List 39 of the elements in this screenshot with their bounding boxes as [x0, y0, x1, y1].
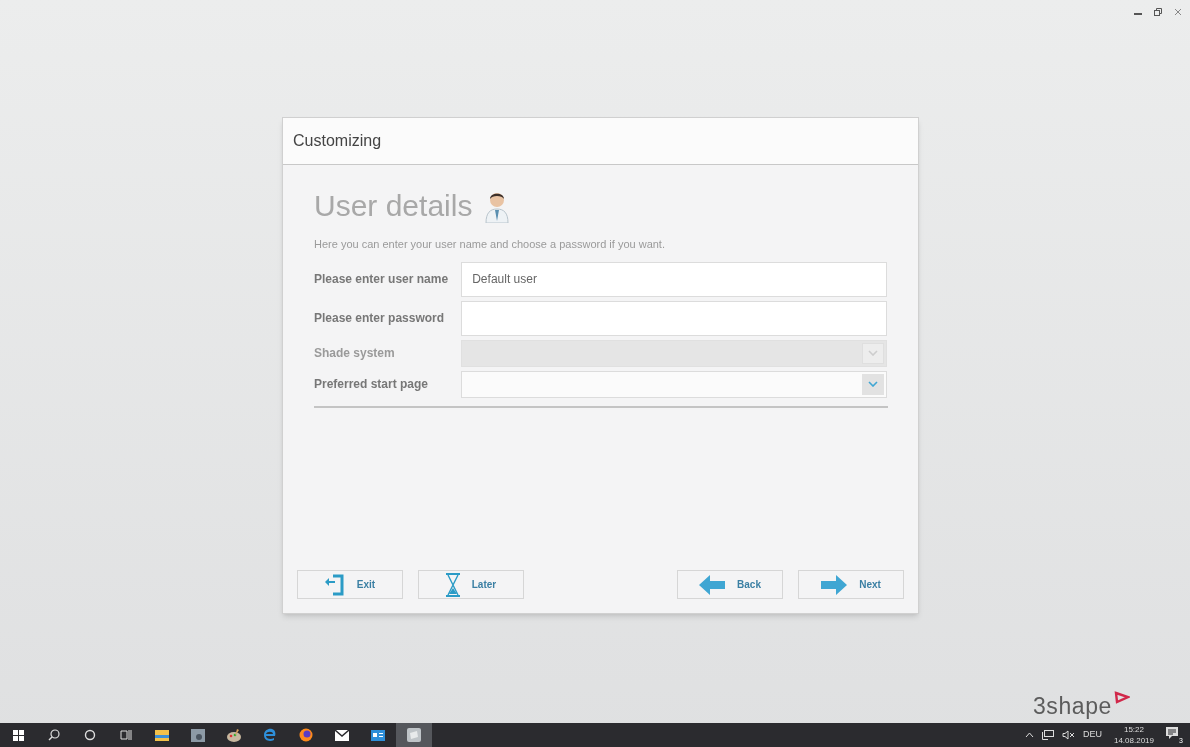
heading: User details [314, 188, 473, 224]
dialog-title: Customizing [293, 131, 382, 151]
exit-icon [324, 573, 345, 596]
close-icon[interactable] [1174, 8, 1182, 16]
network-icon[interactable] [1041, 730, 1054, 740]
field-label: Please enter user name [314, 271, 450, 288]
restore-icon[interactable] [1154, 8, 1162, 16]
envelope-icon[interactable] [335, 729, 349, 741]
next-button[interactable]: Next [798, 570, 904, 599]
task-view-icon[interactable] [120, 729, 132, 741]
right-arrow-icon [821, 574, 848, 595]
description: Here you can enter your user name and choose a password if you want. [314, 237, 666, 252]
logo: 3shape [1033, 689, 1130, 724]
windows-start-icon[interactable] [12, 729, 24, 741]
input-field[interactable] [461, 300, 887, 336]
folder-icon[interactable] [155, 729, 169, 741]
input-field[interactable]: Default user [461, 261, 887, 297]
hourglass-icon [445, 572, 460, 597]
triangle-icon [1113, 691, 1130, 704]
clock-time[interactable]: 15:22 [1123, 724, 1144, 735]
browser-icon[interactable] [263, 728, 277, 742]
notification-icon[interactable] [1166, 727, 1178, 740]
search-icon[interactable] [48, 729, 60, 741]
field-label: Preferred start page [314, 376, 430, 393]
palette-icon[interactable] [227, 728, 241, 742]
circle-icon[interactable] [84, 729, 96, 741]
photo-viewer-icon[interactable] [191, 728, 205, 742]
field-label: Shade system [314, 345, 396, 362]
muted-speaker-icon[interactable] [1061, 730, 1075, 740]
chevron-up-icon[interactable] [1024, 732, 1034, 738]
clock-date[interactable]: 14.08.2019 [1113, 735, 1154, 746]
back-button[interactable]: Back [677, 570, 783, 599]
exit-button[interactable]: Exit [297, 570, 403, 599]
field-label: Please enter password [314, 310, 446, 327]
left-arrow-icon [699, 574, 726, 595]
browser-icon[interactable] [299, 728, 313, 742]
language-indicator[interactable]: DEU [1082, 728, 1102, 742]
card-icon[interactable] [371, 729, 385, 741]
later-button[interactable]: Later [418, 570, 524, 599]
